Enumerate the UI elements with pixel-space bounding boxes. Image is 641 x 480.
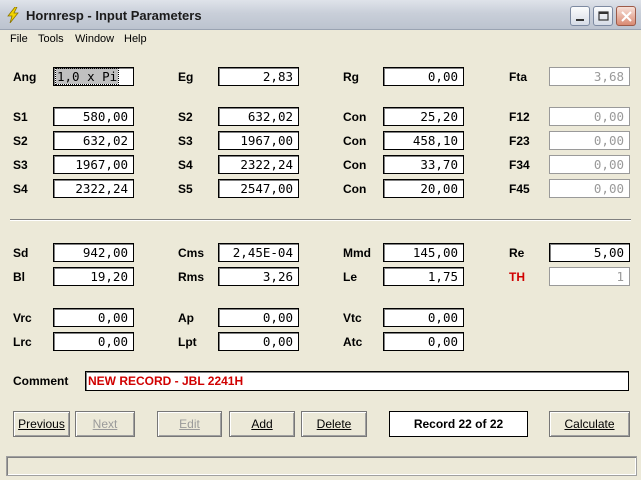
- rms-field[interactable]: 3,26: [218, 267, 299, 286]
- con-field[interactable]: 458,10: [383, 131, 464, 150]
- s5-label: S5: [178, 182, 193, 196]
- menu-tools[interactable]: Tools: [38, 33, 64, 45]
- calculate-button[interactable]: Calculate: [549, 411, 630, 437]
- previous-button[interactable]: Previous: [13, 411, 70, 437]
- eg-field[interactable]: 2,83: [218, 67, 299, 86]
- con-label: Con: [343, 134, 367, 148]
- s3-field[interactable]: 1967,00: [218, 131, 299, 150]
- lightning-bolt-icon: [7, 7, 19, 23]
- menu-file[interactable]: File: [10, 33, 28, 45]
- con-label: Con: [343, 182, 367, 196]
- sd-label: Sd: [13, 246, 29, 260]
- f12-field: 0,00: [549, 107, 630, 126]
- le-field[interactable]: 1,75: [383, 267, 464, 286]
- mmd-label: Mmd: [343, 246, 371, 260]
- atc-label: Atc: [343, 335, 363, 349]
- con-field[interactable]: 25,20: [383, 107, 464, 126]
- con-label: Con: [343, 110, 367, 124]
- vrc-field[interactable]: 0,00: [53, 308, 134, 327]
- s3-label: S3: [13, 158, 28, 172]
- s1-label: S1: [13, 110, 28, 124]
- ap-label: Ap: [178, 311, 194, 325]
- maximize-icon: [598, 11, 609, 21]
- lpt-label: Lpt: [178, 335, 197, 349]
- s3-label: S3: [178, 134, 193, 148]
- section-divider: [10, 219, 631, 221]
- status-bar: [6, 456, 637, 476]
- f12-label: F12: [509, 110, 530, 124]
- con-field[interactable]: 20,00: [383, 179, 464, 198]
- lrc-field[interactable]: 0,00: [53, 332, 134, 351]
- mmd-field[interactable]: 145,00: [383, 243, 464, 262]
- bl-field[interactable]: 19,20: [53, 267, 134, 286]
- minimize-icon: [576, 19, 584, 21]
- s1-field[interactable]: 580,00: [53, 107, 134, 126]
- ang-value: 1,0 x Pi: [54, 68, 120, 85]
- eg-label: Eg: [178, 70, 194, 84]
- edit-button[interactable]: Edit: [157, 411, 222, 437]
- comment-field[interactable]: NEW RECORD - JBL 2241H: [85, 371, 629, 391]
- next-button[interactable]: Next: [75, 411, 135, 437]
- add-button[interactable]: Add: [229, 411, 295, 437]
- fta-label: Fta: [509, 70, 527, 84]
- s2-field[interactable]: 632,02: [53, 131, 134, 150]
- menu-bar: File Tools Window Help: [0, 30, 641, 49]
- vrc-label: Vrc: [13, 311, 32, 325]
- close-icon: [621, 11, 632, 22]
- maximize-button[interactable]: [593, 6, 613, 26]
- ap-field[interactable]: 0,00: [218, 308, 299, 327]
- close-button[interactable]: [616, 6, 636, 26]
- vtc-label: Vtc: [343, 311, 362, 325]
- lpt-field[interactable]: 0,00: [218, 332, 299, 351]
- s2-field[interactable]: 632,02: [218, 107, 299, 126]
- window-title: Hornresp - Input Parameters: [26, 8, 202, 23]
- delete-button[interactable]: Delete: [301, 411, 367, 437]
- s5-field[interactable]: 2547,00: [218, 179, 299, 198]
- f45-field: 0,00: [549, 179, 630, 198]
- s4-field[interactable]: 2322,24: [218, 155, 299, 174]
- s2-label: S2: [178, 110, 193, 124]
- atc-field[interactable]: 0,00: [383, 332, 464, 351]
- f23-field: 0,00: [549, 131, 630, 150]
- record-status: Record 22 of 22: [389, 411, 528, 437]
- menu-help[interactable]: Help: [124, 33, 147, 45]
- re-label: Re: [509, 246, 525, 260]
- f34-field: 0,00: [549, 155, 630, 174]
- cms-label: Cms: [178, 246, 205, 260]
- sd-field[interactable]: 942,00: [53, 243, 134, 262]
- ang-field[interactable]: 1,0 x Pi: [53, 67, 134, 86]
- s4-label: S4: [13, 182, 28, 196]
- le-label: Le: [343, 270, 358, 284]
- minimize-button[interactable]: [570, 6, 590, 26]
- s4-field[interactable]: 2322,24: [53, 179, 134, 198]
- re-field[interactable]: 5,00: [549, 243, 630, 262]
- cms-field[interactable]: 2,45E-04: [218, 243, 299, 262]
- th-field: 1: [549, 267, 630, 286]
- bl-label: Bl: [13, 270, 25, 284]
- menu-window[interactable]: Window: [75, 33, 114, 45]
- ang-label: Ang: [13, 70, 37, 84]
- s2-label: S2: [13, 134, 28, 148]
- lrc-label: Lrc: [13, 335, 32, 349]
- rg-field[interactable]: 0,00: [383, 67, 464, 86]
- title-bar: Hornresp - Input Parameters: [0, 0, 641, 30]
- vtc-field[interactable]: 0,00: [383, 308, 464, 327]
- con-field[interactable]: 33,70: [383, 155, 464, 174]
- con-label: Con: [343, 158, 367, 172]
- f34-label: F34: [509, 158, 530, 172]
- comment-label: Comment: [13, 374, 69, 388]
- s3-field[interactable]: 1967,00: [53, 155, 134, 174]
- th-label: TH: [509, 270, 525, 284]
- rms-label: Rms: [178, 270, 205, 284]
- f23-label: F23: [509, 134, 530, 148]
- s4-label: S4: [178, 158, 193, 172]
- f45-label: F45: [509, 182, 530, 196]
- fta-field: 3,68: [549, 67, 630, 86]
- rg-label: Rg: [343, 70, 359, 84]
